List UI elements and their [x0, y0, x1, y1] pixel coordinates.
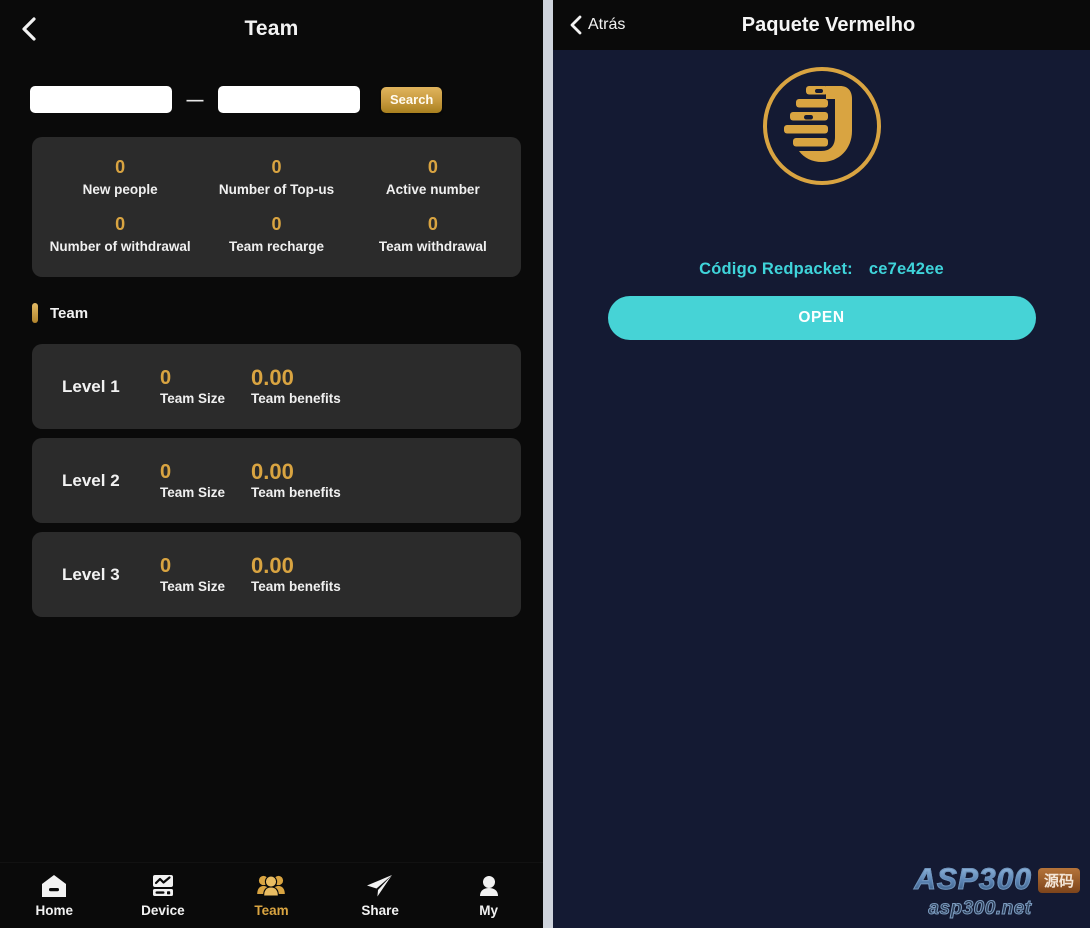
watermark-main-text: ASP300	[914, 863, 1032, 897]
bottom-navigation-bar: Home Device Team Share My	[0, 862, 543, 928]
back-button[interactable]	[16, 16, 42, 42]
level-name: Level 3	[62, 564, 120, 584]
chevron-left-icon	[22, 17, 36, 41]
nav-label: Share	[361, 903, 399, 918]
nav-label: My	[479, 903, 499, 918]
team-section-title: Team	[32, 303, 543, 323]
level-size-label: Team Size	[160, 579, 226, 594]
stat-value: 0	[271, 214, 282, 234]
search-end-input[interactable]	[218, 86, 360, 113]
list-item[interactable]: Level 2 0 Team Size 0.00 Team benefits	[32, 438, 521, 523]
level-benefits-label: Team benefits	[251, 485, 341, 500]
section-accent-bar	[32, 303, 38, 323]
nav-label: Device	[141, 903, 185, 918]
redpacket-page-panel: Atrás Paquete Vermelho Código Redpacket:…	[553, 0, 1090, 928]
open-button[interactable]: OPEN	[607, 296, 1036, 340]
stat-label: Number of Top-us	[218, 182, 335, 197]
nav-item-device[interactable]: Device	[109, 873, 218, 918]
stat-active-number: 0 Active number	[355, 155, 511, 198]
nav-item-home[interactable]: Home	[0, 873, 109, 918]
stat-label: Team withdrawal	[378, 239, 487, 254]
stat-team-recharge: 0 Team recharge	[198, 212, 354, 255]
redpacket-code-line: Código Redpacket: ce7e42ee	[553, 260, 1090, 279]
stat-label: Number of withdrawal	[49, 239, 191, 254]
stat-label: New people	[82, 182, 158, 197]
level-team-size: 0 Team Size	[160, 367, 225, 406]
stat-value: 0	[427, 157, 438, 177]
level-size-value: 0	[160, 555, 172, 577]
stat-label: Team recharge	[228, 239, 325, 254]
list-item[interactable]: Level 3 0 Team Size 0.00 Team benefits	[32, 532, 521, 617]
search-button[interactable]: Search	[381, 86, 443, 113]
level-size-value: 0	[160, 461, 172, 483]
team-level-list: Level 1 0 Team Size 0.00 Team benefits L…	[32, 344, 521, 626]
user-icon	[475, 873, 503, 899]
stat-label: Active number	[385, 182, 480, 197]
team-page-header: Team	[0, 0, 543, 58]
level-name: Level 1	[62, 376, 120, 396]
watermark: ASP300 源码 asp300.net	[880, 863, 1080, 920]
stats-row-top: 0 New people 0 Number of Top-us 0 Active…	[42, 155, 511, 198]
device-icon	[149, 873, 177, 899]
brand-u-circle-logo	[762, 67, 881, 185]
range-separator: —	[186, 89, 204, 109]
stat-number-of-withdrawal: 0 Number of withdrawal	[42, 212, 198, 255]
stats-row-bottom: 0 Number of withdrawal 0 Team recharge 0…	[42, 212, 511, 255]
share-paper-plane-icon	[365, 873, 395, 899]
page-title: Paquete Vermelho	[741, 13, 916, 36]
nav-label: Home	[35, 903, 74, 918]
watermark-badge: 源码	[1037, 867, 1080, 893]
level-team-benefits: 0.00 Team benefits	[251, 459, 341, 501]
stat-value: 0	[427, 214, 438, 234]
nav-label: Team	[254, 903, 289, 918]
level-team-benefits: 0.00 Team benefits	[251, 553, 341, 595]
search-filter-row: — Search	[0, 58, 543, 113]
stat-value: 0	[115, 214, 126, 234]
stat-new-people: 0 New people	[42, 155, 198, 198]
search-start-input[interactable]	[30, 86, 172, 113]
team-icon	[256, 873, 286, 899]
redpacket-code-label: Código Redpacket:	[699, 260, 853, 278]
section-label: Team	[50, 304, 89, 322]
level-benefits-value: 0.00	[251, 553, 294, 578]
level-size-label: Team Size	[160, 485, 226, 500]
level-benefits-value: 0.00	[251, 365, 294, 390]
home-icon	[40, 873, 68, 899]
stat-value: 0	[271, 157, 282, 177]
level-team-size: 0 Team Size	[160, 461, 225, 500]
level-team-size: 0 Team Size	[160, 555, 225, 594]
nav-item-my[interactable]: My	[434, 873, 543, 918]
brand-logo-wrap	[553, 64, 1090, 188]
level-benefits-label: Team benefits	[251, 391, 341, 406]
back-button[interactable]: Atrás	[569, 15, 625, 35]
redpacket-page-header: Atrás Paquete Vermelho	[553, 0, 1090, 50]
level-benefits-label: Team benefits	[251, 579, 341, 594]
level-name: Level 2	[62, 470, 120, 490]
page-title: Team	[244, 17, 299, 40]
level-benefits-value: 0.00	[251, 459, 294, 484]
stat-number-of-topus: 0 Number of Top-us	[198, 155, 354, 198]
dual-phone-screenshot: Team — Search 0 New people 0 Number of T…	[0, 0, 1090, 928]
team-page-panel: Team — Search 0 New people 0 Number of T…	[0, 0, 543, 928]
chevron-left-icon	[570, 15, 582, 35]
stat-team-withdrawal: 0 Team withdrawal	[355, 212, 511, 255]
nav-item-team[interactable]: Team	[217, 873, 326, 918]
list-item[interactable]: Level 1 0 Team Size 0.00 Team benefits	[32, 344, 521, 429]
back-label: Atrás	[588, 16, 626, 33]
watermark-primary-row: ASP300 源码	[880, 863, 1080, 897]
panel-divider	[543, 0, 553, 928]
nav-item-share[interactable]: Share	[326, 873, 435, 918]
level-size-value: 0	[160, 367, 172, 389]
level-team-benefits: 0.00 Team benefits	[251, 365, 341, 407]
watermark-domain: asp300.net	[928, 898, 1032, 920]
team-stats-card: 0 New people 0 Number of Top-us 0 Active…	[32, 137, 521, 277]
level-size-label: Team Size	[160, 391, 226, 406]
stat-value: 0	[115, 157, 126, 177]
redpacket-code-value: ce7e42ee	[868, 260, 944, 278]
